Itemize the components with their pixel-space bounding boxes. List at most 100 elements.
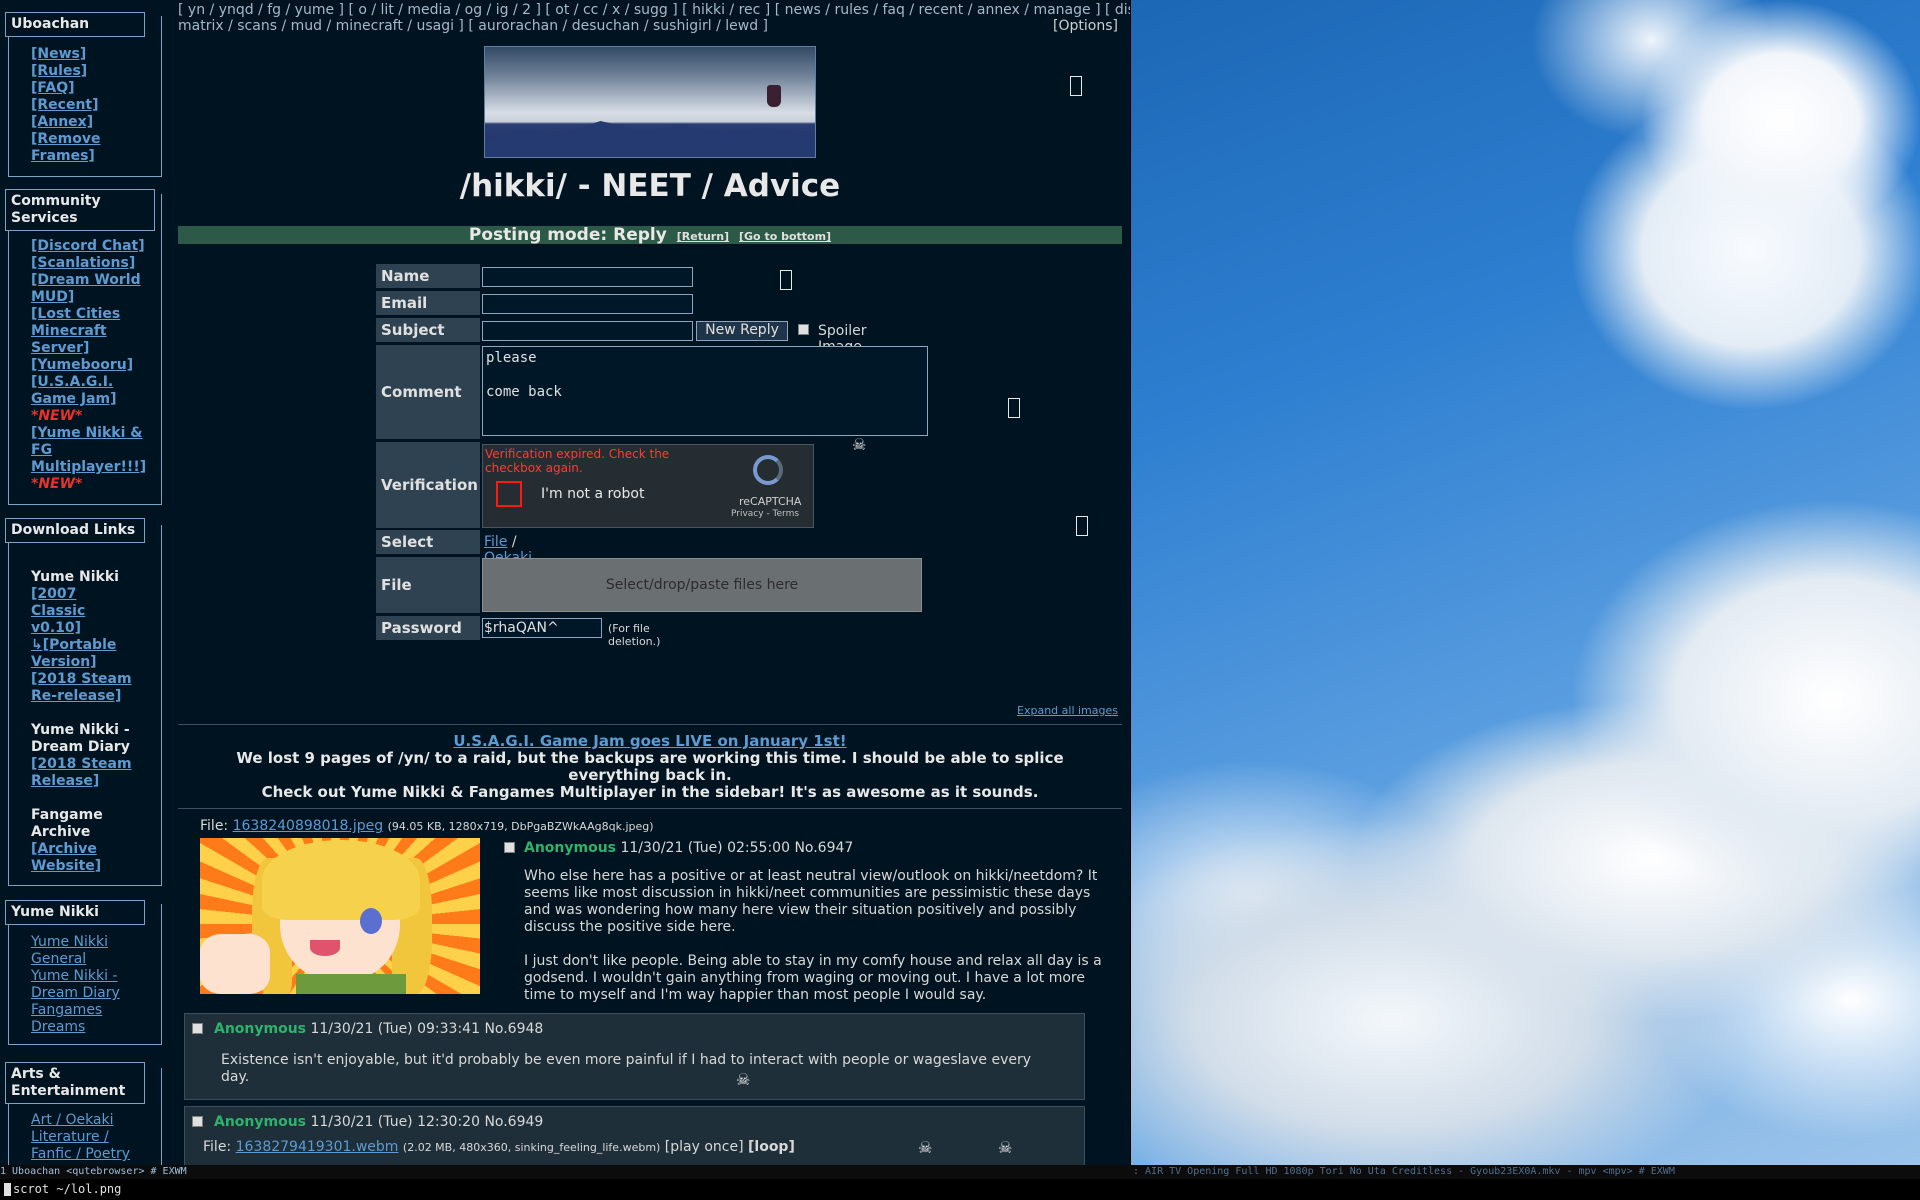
post-date: 11/30/21 (Tue) 02:55:00 [620, 840, 790, 856]
sidebar-heading-arts[interactable]: Arts & Entertainment [5, 1062, 145, 1104]
sidebar-link-yumebooru[interactable]: [Yumebooru] [31, 357, 161, 374]
board-banner-image[interactable] [484, 46, 816, 158]
cursor-icon [4, 1183, 11, 1196]
board-link-dreams[interactable]: Dreams [31, 1019, 161, 1036]
stray-glyph-icon [780, 270, 792, 290]
sidebar-section-community: [Discord Chat] [Scanlations] [Dream Worl… [8, 194, 162, 505]
announcement-link[interactable]: U.S.A.G.I. Game Jam goes LIVE on January… [178, 733, 1122, 750]
sidebar-link-multiplayer[interactable]: [Yume Nikki & FG Multiplayer!!!] [31, 425, 156, 476]
sidebar-heading-yume-nikki[interactable]: Yume Nikki [5, 900, 145, 925]
new-reply-button[interactable]: New Reply [696, 321, 788, 341]
sidebar-link-minecraft[interactable]: [Lost Cities Minecraft Server] [31, 306, 131, 357]
op-file-info: File: 1638240898018.jpeg (94.05 KB, 1280… [200, 818, 1100, 834]
board-link-literature[interactable]: Literature / Fanfic / Poetry [31, 1129, 141, 1163]
select-label: Select [376, 530, 480, 554]
command-line[interactable]: scrot ~/lol.png [0, 1179, 1920, 1200]
options-link[interactable]: [Options] [1053, 18, 1118, 34]
sidebar-link-news[interactable]: [News] [31, 46, 161, 63]
reply-file-link[interactable]: 1638279419301.webm [236, 1139, 399, 1155]
op-thumbnail-image[interactable] [200, 838, 480, 994]
reply-post: Anonymous 11/30/21 (Tue) 12:30:20 No.694… [184, 1106, 1085, 1165]
board-navigation[interactable]: [ yn / ynqd / fg / yume ] [ o / lit / me… [178, 2, 1130, 34]
file-dropzone[interactable]: Select/drop/paste files here [482, 558, 922, 612]
board-link-yn-general[interactable]: Yume Nikki General [31, 934, 131, 968]
reply-file-meta: (2.02 MB, 480x360, sinking_feeling_life.… [402, 1141, 661, 1154]
download-link-portable[interactable]: ↳[Portable Version] [31, 637, 131, 671]
password-field[interactable]: $rhaQAN^ [482, 618, 602, 638]
skull-icon: ☠ [998, 1138, 1013, 1157]
op-header: Anonymous 11/30/21 (Tue) 02:55:00 No.694… [524, 840, 853, 856]
posting-mode-bar: Posting mode: Reply [Return] [Go to bott… [178, 226, 1122, 244]
board-link-fangames[interactable]: Fangames [31, 1002, 161, 1019]
posting-mode-label: Posting mode: Reply [468, 225, 667, 245]
skull-icon: ☠ [852, 435, 867, 454]
captcha-checkbox[interactable] [496, 481, 522, 507]
op-file-link[interactable]: 1638240898018.jpeg [233, 818, 384, 834]
sidebar-heading-downloads[interactable]: Download Links [5, 518, 145, 543]
spoiler-checkbox[interactable] [798, 324, 809, 335]
post-select-checkbox[interactable] [504, 842, 515, 853]
stray-glyph-icon [1008, 398, 1020, 418]
select-file-link[interactable]: File [484, 534, 507, 550]
board-title: /hikki/ - NEET / Advice [459, 168, 841, 204]
subject-field[interactable] [482, 321, 693, 341]
download-link-archive[interactable]: [Archive Website] [31, 841, 121, 875]
poster-name: Anonymous [524, 840, 617, 856]
reply-file-info: File: 1638279419301.webm (2.02 MB, 480x3… [203, 1139, 795, 1155]
board-nav-line-1[interactable]: [ yn / ynqd / fg / yume ] [ o / lit / me… [178, 2, 1130, 18]
sidebar-link-rules[interactable]: [Rules] [31, 63, 161, 80]
recaptcha-brand: reCAPTCHA [739, 495, 802, 508]
divider [178, 808, 1122, 809]
sidebar-section-uboachan: [News] [Rules] [FAQ] [Recent] [Annex] [R… [8, 16, 162, 177]
select-separator: / [511, 534, 517, 550]
post-number[interactable]: No.6949 [484, 1114, 543, 1130]
board-link-dream-diary[interactable]: Yume Nikki - Dream Diary [31, 968, 131, 1002]
announcement: U.S.A.G.I. Game Jam goes LIVE on January… [178, 724, 1122, 801]
name-field[interactable] [482, 267, 693, 287]
op-body-paragraph: Who else here has a positive or at least… [524, 868, 1098, 935]
announcement-line-2: We lost 9 pages of /yn/ to a raid, but t… [236, 749, 1064, 784]
post-number[interactable]: No.6947 [794, 840, 853, 856]
reply-body: Existence isn't enjoyable, but it'd prob… [221, 1052, 1032, 1085]
expand-all-images-link[interactable]: Expand all images [1017, 704, 1118, 717]
download-group-dream-diary: Yume Nikki - Dream Diary [31, 722, 130, 755]
file-label: File [376, 557, 480, 613]
captcha-expired-message: Verification expired. Check the checkbox… [485, 447, 670, 475]
subject-label: Subject [376, 318, 480, 342]
sidebar-heading-uboachan[interactable]: Uboachan [5, 12, 145, 37]
return-link[interactable]: [Return] [677, 230, 729, 243]
password-note: (For file deletion.) [608, 622, 661, 648]
board-nav-line-2[interactable]: matrix / scans / mud / minecraft / usagi… [178, 18, 1118, 34]
sidebar-heading-community[interactable]: Community Services [5, 189, 155, 231]
post-date: 11/30/21 (Tue) 09:33:41 [310, 1021, 480, 1037]
sidebar-link-remove-frames[interactable]: [Remove Frames] [31, 131, 121, 165]
sidebar-link-recent[interactable]: [Recent] [31, 97, 161, 114]
op-body: Who else here has a positive or at least… [524, 868, 1114, 1004]
play-once-link[interactable]: [play once] [665, 1139, 744, 1155]
post-select-checkbox[interactable] [192, 1116, 203, 1127]
recaptcha-privacy-terms[interactable]: Privacy - Terms [731, 509, 799, 519]
sidebar-section-yume-nikki: Yume Nikki General Yume Nikki - Dream Di… [8, 904, 162, 1045]
post-number[interactable]: No.6948 [484, 1021, 543, 1037]
board-link-art-oekaki[interactable]: Art / Oekaki [31, 1112, 161, 1129]
email-field[interactable] [482, 294, 693, 314]
announcement-line-3: Check out Yume Nikki & Fangames Multipla… [261, 783, 1039, 801]
comment-textarea[interactable]: please come back [482, 346, 928, 436]
sidebar-link-discord[interactable]: [Discord Chat] [31, 238, 161, 255]
sidebar-link-scanlations[interactable]: [Scanlations] [31, 255, 161, 272]
download-link-steam[interactable]: [2018 Steam Re-release] [31, 671, 151, 705]
go-to-bottom-link[interactable]: [Go to bottom] [739, 230, 831, 243]
sidebar-link-faq[interactable]: [FAQ] [31, 80, 161, 97]
sidebar-link-mud[interactable]: [Dream World MUD] [31, 272, 151, 306]
stray-glyph-icon [1070, 76, 1082, 96]
browser-window: [News] [Rules] [FAQ] [Recent] [Annex] [R… [0, 0, 1130, 1165]
sidebar-link-gamejam[interactable]: [U.S.A.G.I. Game Jam] [31, 374, 131, 408]
sidebar-link-annex[interactable]: [Annex] [31, 114, 161, 131]
comment-label: Comment [376, 345, 480, 439]
post-select-checkbox[interactable] [192, 1023, 203, 1034]
loop-link[interactable]: [loop] [748, 1139, 795, 1155]
download-link-steam-dd[interactable]: [2018 Steam Release] [31, 756, 151, 790]
poster-name: Anonymous [214, 1021, 307, 1037]
download-link-classic[interactable]: [2007 Classic v0.10] [31, 586, 111, 637]
verification-label: Verification [376, 442, 480, 528]
